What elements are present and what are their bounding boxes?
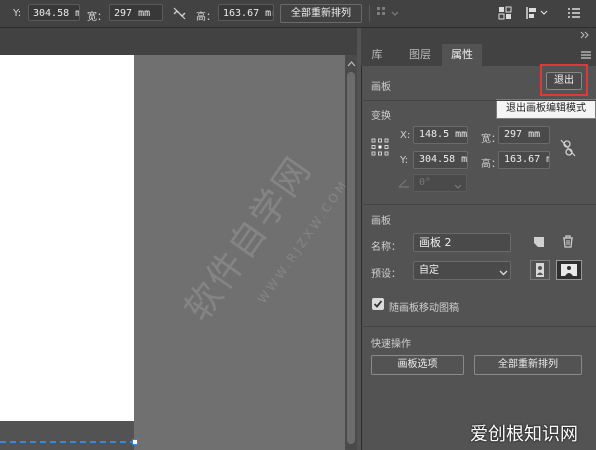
angle-dropdown-icon — [454, 181, 462, 192]
preset-label: 预设： — [371, 269, 401, 280]
artboard-name-field[interactable]: 画板 2 — [413, 233, 511, 252]
align-left-icon[interactable] — [526, 6, 550, 23]
width-field[interactable]: 297 mm — [109, 4, 163, 21]
document-tab-strip — [0, 28, 357, 55]
portrait-orientation-icon[interactable] — [530, 260, 550, 280]
name-label: 名称： — [371, 242, 401, 253]
transform-height-field[interactable]: 163.67 m — [498, 151, 550, 169]
delete-artboard-icon[interactable] — [562, 235, 574, 251]
constrain-proportions-icon[interactable] — [560, 139, 576, 160]
panel-header-strip — [361, 28, 596, 44]
preset-dropdown-chevron-icon[interactable] — [499, 268, 508, 279]
landscape-orientation-icon[interactable] — [556, 260, 582, 280]
tab-layers[interactable]: 图层 — [400, 44, 440, 66]
site-watermark: 爱创根知识网 — [470, 424, 578, 445]
tab-library[interactable]: 库 — [363, 44, 391, 66]
artboard-selection-border — [0, 441, 136, 443]
transform-y-label: Y: — [400, 155, 409, 166]
scroll-up-icon[interactable] — [347, 59, 356, 70]
quick-actions-title: 快速操作 — [371, 339, 411, 350]
panel-menu-icon[interactable] — [580, 50, 592, 63]
rearrange-all-panel-button[interactable]: 全部重新排列 — [474, 355, 582, 375]
artboard[interactable] — [0, 55, 134, 421]
height-label: 高： — [196, 12, 216, 23]
align-grid-icon[interactable] — [498, 6, 512, 23]
artboard-resize-handle[interactable] — [132, 439, 138, 445]
artboard-options-button[interactable]: 画板选项 — [371, 355, 464, 375]
scrollbar-thumb[interactable] — [347, 72, 355, 444]
rearrange-all-button[interactable]: 全部重新排列 — [280, 4, 362, 23]
collapse-panel-icon[interactable] — [580, 31, 590, 42]
new-artboard-icon[interactable] — [533, 236, 545, 251]
transform-y-field[interactable]: 304.58 m — [413, 151, 468, 169]
rotate-angle-icon — [397, 177, 411, 192]
transform-x-field[interactable]: 148.5 mm — [413, 126, 468, 144]
preset-dropdown[interactable]: 自定 — [413, 261, 511, 280]
section-divider — [361, 100, 596, 101]
move-artwork-label: 随画板移动图稿 — [389, 303, 459, 314]
exit-artboard-button[interactable]: 退出 — [546, 72, 582, 90]
menu-list-icon[interactable] — [567, 6, 581, 23]
reference-point-icon[interactable] — [371, 138, 389, 159]
y-field[interactable]: 304.58 mr — [28, 4, 80, 21]
height-field[interactable]: 163.67 mr — [218, 4, 274, 21]
control-bar: Y: 304.58 mr 宽： 297 mm 高： 163.67 mr 全部重新… — [0, 0, 596, 28]
section-divider — [361, 326, 596, 327]
y-label: Y: — [13, 8, 22, 19]
artboard-section-title: 画板 — [371, 216, 391, 227]
exit-tooltip: 退出画板编辑模式 — [496, 99, 596, 119]
grid-arrange-icon[interactable] — [376, 6, 404, 24]
toolbar-divider — [369, 5, 370, 22]
transform-title: 变换 — [371, 111, 391, 122]
artboard-mode-title: 画板 — [371, 82, 391, 93]
link-constrain-icon[interactable] — [172, 6, 187, 24]
section-divider — [361, 204, 596, 205]
move-artwork-checkbox[interactable] — [372, 298, 384, 310]
transform-width-field[interactable]: 297 mm — [498, 126, 550, 144]
tab-properties[interactable]: 属性 — [442, 44, 482, 66]
width-label: 宽： — [87, 12, 107, 23]
transform-x-label: X: — [400, 130, 411, 141]
